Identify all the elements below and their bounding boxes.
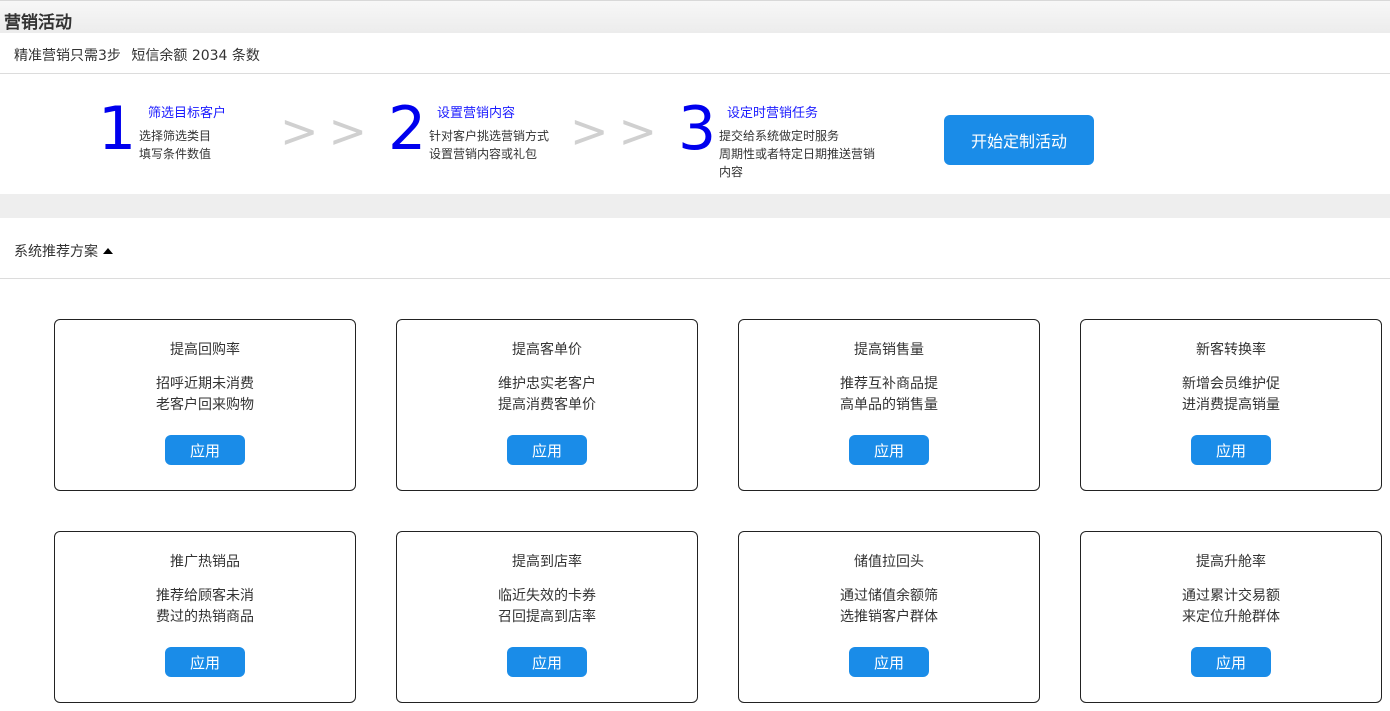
card-description: 新增会员维护促 进消费提高销量	[1081, 374, 1381, 416]
intro-text: 精准营销只需3步 短信余额 2034 条数	[14, 45, 266, 65]
step-description: 选择筛选类目 填写条件数值	[139, 127, 211, 163]
card-description: 通过储值余额筛 选推销客户群体	[739, 586, 1039, 628]
recommendation-card: 新客转换率新增会员维护促 进消费提高销量应用	[1080, 319, 1382, 491]
step-description-line: 提交给系统做定时服务	[719, 129, 840, 143]
recommendation-card: 提高销售量推荐互补商品提 高单品的销售量应用	[738, 319, 1040, 491]
recommendation-card: 提高到店率临近失效的卡券 召回提高到店率应用	[396, 531, 698, 703]
card-title: 提高客单价	[512, 342, 582, 358]
card-title: 提高回购率	[170, 342, 240, 358]
card-description-line: 维护忠实老客户	[498, 376, 596, 392]
start-custom-campaign-button[interactable]: 开始定制活动	[944, 115, 1094, 165]
card-description-line: 进消费提高销量	[1182, 397, 1280, 413]
recommendation-card: 提高回购率招呼近期未消费 老客户回来购物应用	[54, 319, 356, 491]
recommendation-card: 储值拉回头通过储值余额筛 选推销客户群体应用	[738, 531, 1040, 703]
card-description-line: 临近失效的卡券	[498, 588, 596, 604]
recommendations-header: 系统推荐方案	[0, 218, 1390, 279]
step-description-line: 针对客户挑选营销方式	[429, 129, 550, 143]
card-title: 新客转换率	[1196, 342, 1266, 358]
card-description-line: 来定位升舱群体	[1182, 609, 1280, 625]
step-arrow: >>	[280, 104, 378, 158]
page-title: 营销活动	[4, 13, 72, 33]
apply-button[interactable]: 应用	[849, 647, 929, 677]
step-description: 提交给系统做定时服务 周期性或者特定日期推送营销 内容	[719, 127, 875, 181]
step-1: 1 筛选目标客户 选择筛选类目 填写条件数值	[98, 74, 278, 194]
divider-band	[0, 194, 1390, 218]
recommendation-card: 提高客单价维护忠实老客户 提高消费客单价应用	[396, 319, 698, 491]
card-description: 招呼近期未消费 老客户回来购物	[55, 374, 355, 416]
card-title: 提高销售量	[854, 342, 924, 358]
sms-balance: 短信余额 2034 条数	[131, 48, 260, 64]
step-description: 针对客户挑选营销方式 设置营销内容或礼包	[429, 127, 549, 163]
apply-button[interactable]: 应用	[1191, 435, 1271, 465]
card-title: 储值拉回头	[854, 554, 924, 570]
step-number: 2	[388, 94, 427, 164]
card-description: 临近失效的卡券 召回提高到店率	[397, 586, 697, 628]
step-description-line: 设置营销内容或礼包	[429, 147, 538, 161]
card-description-line: 新增会员维护促	[1182, 376, 1280, 392]
card-description: 通过累计交易额 来定位升舱群体	[1081, 586, 1381, 628]
apply-button[interactable]: 应用	[507, 647, 587, 677]
step-2: 2 设置营销内容 针对客户挑选营销方式 设置营销内容或礼包	[388, 74, 568, 194]
card-description-line: 费过的热销商品	[156, 609, 254, 625]
recommendations-label: 系统推荐方案	[14, 244, 98, 260]
step-title: 设定时营销任务	[727, 106, 819, 121]
recommendations-toggle[interactable]: 系统推荐方案	[14, 241, 113, 261]
steps-panel: 1 筛选目标客户 选择筛选类目 填写条件数值 >> 2 设置营销内容 针对客户挑…	[0, 74, 1390, 194]
apply-button[interactable]: 应用	[1191, 647, 1271, 677]
step-3: 3 设定时营销任务 提交给系统做定时服务 周期性或者特定日期推送营销 内容	[678, 74, 888, 194]
step-description-line: 内容	[719, 165, 744, 179]
card-description-line: 召回提高到店率	[498, 609, 596, 625]
step-title: 设置营销内容	[437, 106, 516, 121]
card-description-line: 选推销客户群体	[840, 609, 938, 625]
card-title: 提高到店率	[512, 554, 582, 570]
card-description-line: 通过累计交易额	[1182, 588, 1280, 604]
recommendation-card: 提高升舱率通过累计交易额 来定位升舱群体应用	[1080, 531, 1382, 703]
step-arrow: >>	[570, 104, 668, 158]
step-description-line: 周期性或者特定日期推送营销	[719, 147, 876, 161]
card-description-line: 提高消费客单价	[498, 397, 596, 413]
step-description-line: 选择筛选类目	[139, 129, 212, 143]
card-title: 提高升舱率	[1196, 554, 1266, 570]
apply-button[interactable]: 应用	[849, 435, 929, 465]
card-title: 推广热销品	[170, 554, 240, 570]
caret-up-icon	[103, 248, 113, 254]
card-description: 推荐互补商品提 高单品的销售量	[739, 374, 1039, 416]
card-description-line: 招呼近期未消费	[156, 376, 254, 392]
apply-button[interactable]: 应用	[165, 435, 245, 465]
apply-button[interactable]: 应用	[165, 647, 245, 677]
card-description-line: 推荐给顾客未消	[156, 588, 254, 604]
step-description-line: 填写条件数值	[139, 147, 212, 161]
step-number: 3	[678, 94, 717, 164]
apply-button[interactable]: 应用	[507, 435, 587, 465]
card-description-line: 高单品的销售量	[840, 397, 938, 413]
steps-hint: 精准营销只需3步	[14, 48, 121, 64]
page-header: 营销活动	[0, 0, 1390, 33]
card-description-line: 推荐互补商品提	[840, 376, 938, 392]
card-description: 维护忠实老客户 提高消费客单价	[397, 374, 697, 416]
card-description-line: 通过储值余额筛	[840, 588, 938, 604]
card-description: 推荐给顾客未消 费过的热销商品	[55, 586, 355, 628]
step-title: 筛选目标客户	[148, 106, 227, 121]
step-number: 1	[98, 94, 137, 164]
card-description-line: 老客户回来购物	[156, 397, 254, 413]
recommendation-card: 推广热销品推荐给顾客未消 费过的热销商品应用	[54, 531, 356, 703]
intro-bar: 精准营销只需3步 短信余额 2034 条数	[0, 33, 1390, 74]
